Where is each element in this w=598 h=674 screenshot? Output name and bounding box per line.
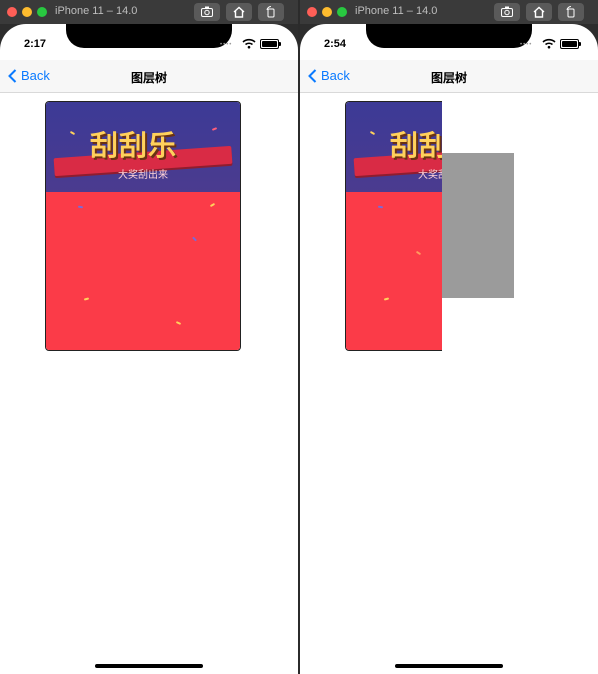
simulator-title: iPhone 11 – 14.0 — [355, 5, 438, 17]
scratch-card-image-clipped: 刮刮乐 大奖刮出来 — [345, 101, 442, 351]
rotate-button[interactable] — [558, 3, 584, 21]
simulator-title-bar: iPhone 11 – 14.0 — [300, 0, 598, 24]
simulator-window-left: iPhone 11 – 14.0 2:17 •••• Back 图层树 刮刮乐 … — [0, 0, 298, 674]
card-subline: 大奖刮出来 — [418, 170, 442, 181]
minimize-window-button[interactable] — [322, 7, 332, 17]
close-window-button[interactable] — [307, 7, 317, 17]
rotate-button[interactable] — [258, 3, 284, 21]
zoom-window-button[interactable] — [37, 7, 47, 17]
screenshot-button[interactable] — [194, 3, 220, 21]
signal-icon: •••• — [520, 42, 533, 48]
home-icon — [233, 6, 245, 18]
rotate-icon — [566, 5, 575, 18]
page-title: 图层树 — [130, 71, 167, 85]
wifi-icon — [242, 38, 256, 49]
status-time: 2:54 — [324, 38, 347, 50]
screenshot-button[interactable] — [494, 3, 520, 21]
phone-screen: 2:17 •••• Back 图层树 刮刮乐 大奖刮出来 — [0, 24, 298, 674]
status-icons: •••• — [516, 37, 586, 51]
battery-icon — [560, 39, 581, 49]
status-icons: •••• — [216, 37, 286, 51]
screenshot-icon — [201, 6, 213, 17]
wifi-icon — [542, 38, 556, 49]
status-time: 2:17 — [24, 38, 47, 50]
signal-icon: •••• — [220, 42, 233, 48]
simulator-window-right: iPhone 11 – 14.0 2:54 •••• Back 图层树 刮 大奖 — [300, 0, 598, 674]
device-notch — [366, 24, 532, 48]
card-subline: 大奖刮出来 — [118, 170, 168, 181]
simulator-title: iPhone 11 – 14.0 — [55, 5, 138, 17]
scratch-area — [46, 192, 240, 350]
home-indicator[interactable] — [395, 664, 503, 668]
rotate-icon — [266, 5, 275, 18]
screenshot-icon — [501, 6, 513, 17]
navigation-bar: Back 图层树 — [300, 60, 598, 93]
device-notch — [66, 24, 232, 48]
battery-icon — [260, 39, 281, 49]
home-button[interactable] — [526, 3, 552, 21]
scratch-area — [346, 192, 442, 350]
minimize-window-button[interactable] — [22, 7, 32, 17]
page-title: 图层树 — [430, 71, 467, 85]
home-indicator[interactable] — [95, 664, 203, 668]
card-headline: 刮刮乐 — [390, 129, 442, 162]
simulator-title-bar: iPhone 11 – 14.0 — [0, 0, 298, 24]
close-window-button[interactable] — [7, 7, 17, 17]
home-button[interactable] — [226, 3, 252, 21]
home-icon — [533, 6, 545, 18]
zoom-window-button[interactable] — [337, 7, 347, 17]
card-headline: 刮刮乐 — [90, 129, 178, 162]
phone-screen: 2:54 •••• Back 图层树 刮刮乐 大奖刮出来 — [300, 24, 598, 674]
navigation-bar: Back 图层树 — [0, 60, 298, 93]
scratch-card-image: 刮刮乐 大奖刮出来 — [45, 101, 241, 351]
